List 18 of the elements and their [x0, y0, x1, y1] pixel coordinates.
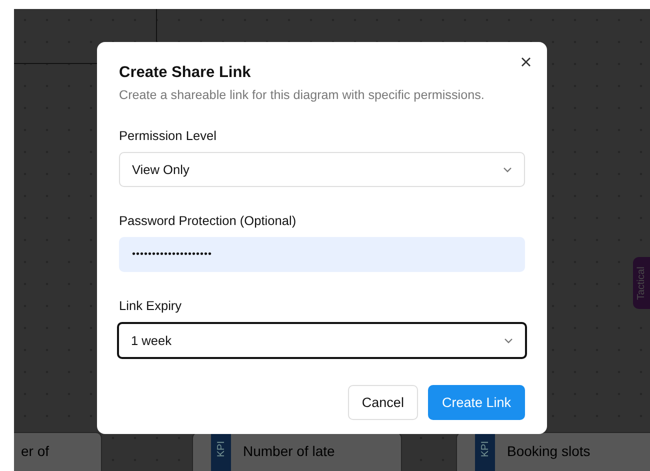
dialog-subtitle: Create a shareable link for this diagram with specific permissions. [119, 88, 486, 102]
dialog-title: Create Share Link [119, 64, 252, 82]
field-label: Permission Level [119, 128, 218, 143]
select-field[interactable]: View Only [119, 152, 525, 187]
password-field[interactable]: •••••••••••••••••••• [119, 237, 525, 272]
card-title: er of [20, 442, 50, 461]
kpi-tag: KPI [475, 433, 495, 471]
close-icon[interactable] [521, 57, 531, 67]
side-tag: Tactical [633, 257, 650, 309]
chevron-down-icon [504, 338, 513, 344]
card-title: Booking slots [507, 442, 590, 461]
cancel-button[interactable]: Cancel [348, 385, 418, 420]
kpi-tag: KPI [211, 433, 231, 471]
select-field[interactable]: 1 week [117, 322, 527, 359]
field-label: Link Expiry [119, 298, 183, 313]
chevron-down-icon [503, 166, 512, 172]
field-label: Password Protection (Optional) [119, 213, 298, 228]
card-title: Number of late [243, 442, 335, 461]
